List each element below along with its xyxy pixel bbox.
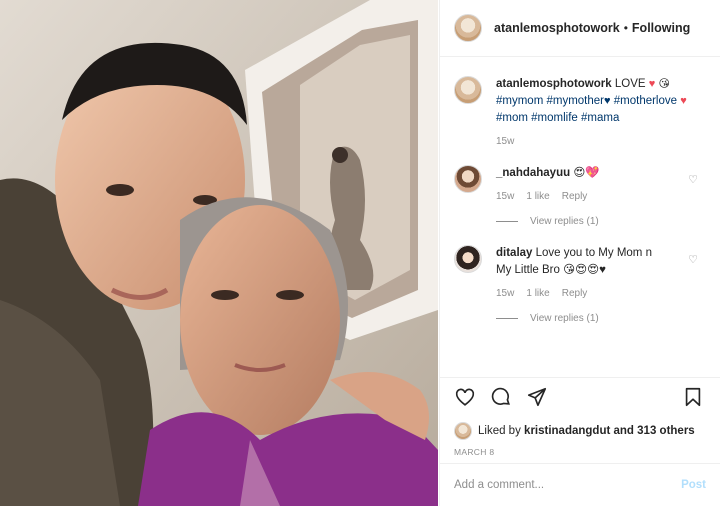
comment-text: 😍💖 [573,167,600,179]
hashtag-mymom[interactable]: #mymom [496,95,543,107]
caption-username[interactable]: atanlemosphotowork [496,78,612,90]
reply-button[interactable]: Reply [562,191,588,202]
view-replies[interactable]: View replies (1) [496,313,706,324]
following-button[interactable]: Following [632,21,690,35]
post-side-panel: atanlemosphotowork • Following atanlemos… [439,0,720,506]
hashtag-motherlove[interactable]: #motherlove [614,95,677,107]
heart-emoji-2: ♥ [680,95,687,107]
hashtag-mama[interactable]: #mama [581,112,619,124]
replies-divider [496,221,518,222]
author-username[interactable]: atanlemosphotowork [494,21,620,35]
caption-age[interactable]: 15w [496,136,514,147]
commenter-username[interactable]: _nahdahayuu [496,167,570,179]
likes-count[interactable]: and 313 others [614,425,695,437]
bookmark-icon[interactable] [682,386,706,410]
comment-likes[interactable]: 1 like [526,288,549,299]
hashtag-momlife[interactable]: #momlife [531,112,578,124]
replies-divider [496,318,518,319]
author-avatar[interactable] [454,14,482,42]
commenter-username[interactable]: ditalay [496,247,532,259]
liker-username[interactable]: kristinadangdut [524,425,610,437]
caption-text: LOVE [614,78,646,90]
view-replies-label[interactable]: View replies (1) [530,216,599,227]
comment-like-icon[interactable]: ♡ [688,253,698,266]
comment-age[interactable]: 15w [496,288,514,299]
separator-dot: • [623,21,628,35]
liked-by-label: Liked by [478,425,521,437]
hashtag-mymother[interactable]: #mymother [546,95,604,107]
add-comment-bar: Post [440,463,720,506]
comment-icon[interactable] [490,386,514,410]
commenter-avatar[interactable] [454,165,482,193]
comment-age[interactable]: 15w [496,191,514,202]
blue-heart-emoji: ♥ [604,95,611,107]
comments-list[interactable]: atanlemosphotowork LOVE ♥ 😘 #mymom #mymo… [440,58,720,376]
liker-avatar[interactable] [454,422,472,440]
reply-button[interactable]: Reply [562,288,588,299]
commenter-avatar[interactable] [454,245,482,273]
comment-likes[interactable]: 1 like [526,191,549,202]
post-actions: Liked by kristinadangdut and 313 others … [440,377,720,457]
post-photo[interactable] [0,0,438,506]
heart-icon[interactable] [454,386,478,410]
post-comment-button[interactable]: Post [681,479,706,491]
caption-avatar[interactable] [454,76,482,104]
kiss-emoji: 😘 [658,78,670,90]
heart-emoji: ♥ [648,78,656,90]
comment-item: _nahdahayuu 😍💖 15w 1 like Reply ♡ [454,165,706,202]
share-icon[interactable] [526,386,550,410]
comment-like-icon[interactable]: ♡ [688,173,698,186]
photo-illustration [0,0,438,506]
post-date[interactable]: MARCH 8 [454,447,706,457]
comment-item: ditalay Love you to My Mom n My Little B… [454,245,706,299]
view-replies-label[interactable]: View replies (1) [530,313,599,324]
hashtag-mom[interactable]: #mom [496,112,528,124]
comment-input[interactable] [454,479,682,491]
caption: atanlemosphotowork LOVE ♥ 😘 #mymom #mymo… [454,76,706,147]
post-header: atanlemosphotowork • Following [440,0,720,57]
view-replies[interactable]: View replies (1) [496,216,706,227]
likes-summary: Liked by kristinadangdut and 313 others [454,422,706,440]
